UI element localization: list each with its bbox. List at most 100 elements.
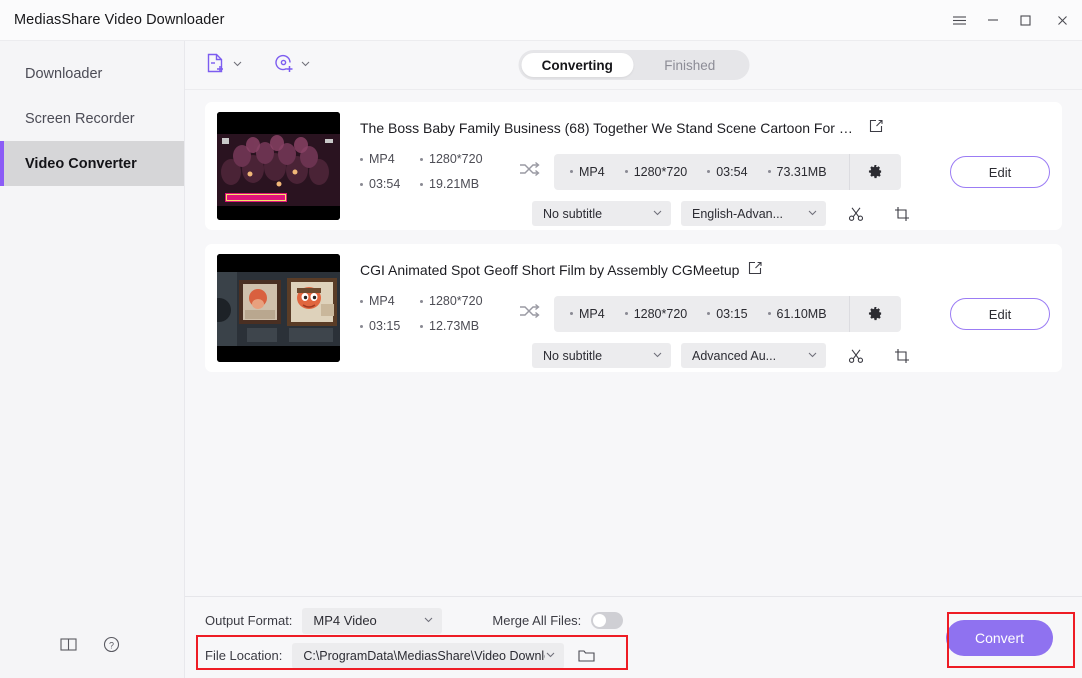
- menu-button[interactable]: [943, 0, 976, 41]
- subtitle-select-value: No subtitle: [543, 206, 603, 221]
- chevron-down-icon: [232, 56, 243, 74]
- sidebar-item-label: Downloader: [25, 65, 103, 82]
- output-format: MP4: [570, 307, 605, 321]
- output-resolution: 1280*720: [624, 307, 687, 321]
- audio-track-select-value: English-Advan...: [692, 206, 784, 221]
- item-specs-row: MP4 1280*720 03:15 12.73MB MP4 1280*720: [360, 294, 1050, 333]
- sidebar: Downloader Screen Recorder Video Convert…: [0, 41, 185, 678]
- file-location-value: C:\ProgramData\MediasShare\Video Downloa: [303, 648, 546, 663]
- sidebar-item-screen-recorder[interactable]: Screen Recorder: [0, 96, 184, 141]
- add-disc-icon: [273, 52, 295, 79]
- output-resolution: 1280*720: [624, 165, 687, 179]
- scissors-icon[interactable]: [848, 206, 864, 222]
- audio-track-select[interactable]: Advanced Au...: [681, 343, 826, 368]
- folder-icon[interactable]: [578, 648, 595, 663]
- bullet-dot: [360, 299, 363, 303]
- sidebar-nav: Downloader Screen Recorder Video Convert…: [0, 41, 184, 186]
- chevron-down-icon: [545, 649, 556, 663]
- bottom-bar: Output Format: MP4 Video Merge All Files…: [185, 596, 1082, 678]
- chevron-down-icon: [807, 207, 818, 221]
- minimize-button[interactable]: [976, 0, 1009, 41]
- item-options-row: No subtitle English-Advan...: [532, 201, 1050, 226]
- bullet-dot: [707, 170, 711, 173]
- add-file-icon: [205, 52, 227, 79]
- bullet-dot: [767, 170, 771, 173]
- source-format: MP4: [360, 152, 420, 166]
- output-size: 61.10MB: [767, 307, 827, 321]
- source-duration: 03:15: [360, 319, 420, 333]
- subtitle-select[interactable]: No subtitle: [532, 201, 671, 226]
- app-title: MediasShare Video Downloader: [14, 12, 225, 28]
- book-icon[interactable]: [60, 637, 77, 657]
- file-location-row: File Location: C:\ProgramData\MediasShar…: [205, 638, 1062, 673]
- edit-button[interactable]: Edit: [950, 298, 1050, 330]
- main-content: Converting Finished The Boss Baby Family…: [185, 41, 1082, 678]
- item-specs-row: MP4 1280*720 03:54 19.21MB MP4 1280*720: [360, 152, 1050, 191]
- subtitle-select-value: No subtitle: [543, 348, 603, 363]
- add-file-button[interactable]: [205, 52, 243, 79]
- file-location-select[interactable]: C:\ProgramData\MediasShare\Video Downloa: [292, 642, 565, 669]
- gear-icon[interactable]: [849, 153, 901, 190]
- item-details: The Boss Baby Family Business (68) Toget…: [340, 112, 1050, 226]
- crop-icon[interactable]: [894, 348, 910, 364]
- sidebar-item-downloader[interactable]: Downloader: [0, 51, 184, 96]
- chevron-down-icon: [300, 56, 311, 74]
- close-button[interactable]: [1042, 0, 1082, 41]
- video-thumbnail[interactable]: [217, 112, 340, 220]
- sidebar-item-label: Screen Recorder: [25, 110, 135, 127]
- bullet-dot: [624, 312, 628, 315]
- toolbar: Converting Finished: [185, 41, 1082, 90]
- source-size: 12.73MB: [420, 319, 512, 333]
- audio-track-select[interactable]: English-Advan...: [681, 201, 826, 226]
- item-options-row: No subtitle Advanced Au...: [532, 343, 1050, 368]
- output-specs[interactable]: MP4 1280*720 03:54 73.31MB: [554, 153, 901, 190]
- source-duration: 03:54: [360, 177, 420, 191]
- convert-button[interactable]: Convert: [946, 620, 1053, 656]
- svg-text:?: ?: [109, 640, 114, 650]
- sidebar-footer: ?: [0, 616, 184, 678]
- audio-track-select-value: Advanced Au...: [692, 348, 777, 363]
- maximize-button[interactable]: [1009, 0, 1042, 41]
- item-title-row: The Boss Baby Family Business (68) Toget…: [360, 112, 1050, 138]
- item-details: CGI Animated Spot Geoff Short Film by As…: [340, 254, 1050, 368]
- subtitle-select[interactable]: No subtitle: [532, 343, 671, 368]
- gear-icon[interactable]: [849, 295, 901, 332]
- crop-icon[interactable]: [894, 206, 910, 222]
- output-format-select[interactable]: MP4 Video: [302, 607, 443, 634]
- bullet-dot: [420, 182, 423, 186]
- output-format-value: MP4 Video: [313, 613, 377, 628]
- sidebar-item-label: Video Converter: [25, 155, 137, 172]
- chevron-down-icon: [423, 613, 434, 628]
- output-duration: 03:15: [707, 307, 748, 321]
- table-row: The Boss Baby Family Business (68) Toget…: [205, 102, 1062, 230]
- scissors-icon[interactable]: [848, 348, 864, 364]
- tab-finished[interactable]: Finished: [634, 53, 747, 77]
- edit-button[interactable]: Edit: [950, 156, 1050, 188]
- help-icon[interactable]: ?: [103, 636, 120, 658]
- bullet-dot: [767, 312, 771, 315]
- edit-title-icon[interactable]: [748, 260, 763, 280]
- bullet-dot: [360, 324, 363, 328]
- sidebar-item-video-converter[interactable]: Video Converter: [0, 141, 184, 186]
- edit-title-icon[interactable]: [869, 118, 884, 138]
- bullet-dot: [624, 170, 628, 173]
- video-thumbnail[interactable]: [217, 254, 340, 362]
- tab-converting[interactable]: Converting: [521, 53, 634, 77]
- merge-all-files-toggle[interactable]: [591, 612, 624, 629]
- chevron-down-icon: [652, 207, 663, 221]
- output-specs[interactable]: MP4 1280*720 03:15 61.10MB: [554, 295, 901, 332]
- chevron-down-icon: [807, 349, 818, 363]
- conversion-list: The Boss Baby Family Business (68) Toget…: [185, 90, 1082, 596]
- app-body: Downloader Screen Recorder Video Convert…: [0, 41, 1082, 678]
- add-disc-button[interactable]: [273, 52, 311, 79]
- item-title-row: CGI Animated Spot Geoff Short Film by As…: [360, 254, 1050, 280]
- convert-arrows-icon: [518, 159, 540, 184]
- file-location-label: File Location:: [205, 648, 283, 663]
- bullet-dot: [360, 182, 363, 186]
- window-controls: [943, 0, 1082, 40]
- tab-group: Converting Finished: [518, 50, 749, 80]
- output-size: 73.31MB: [767, 165, 827, 179]
- application-window: MediasShare Video Downloader Downloader: [0, 0, 1082, 678]
- bullet-dot: [707, 312, 711, 315]
- merge-all-files-label: Merge All Files:: [492, 613, 582, 628]
